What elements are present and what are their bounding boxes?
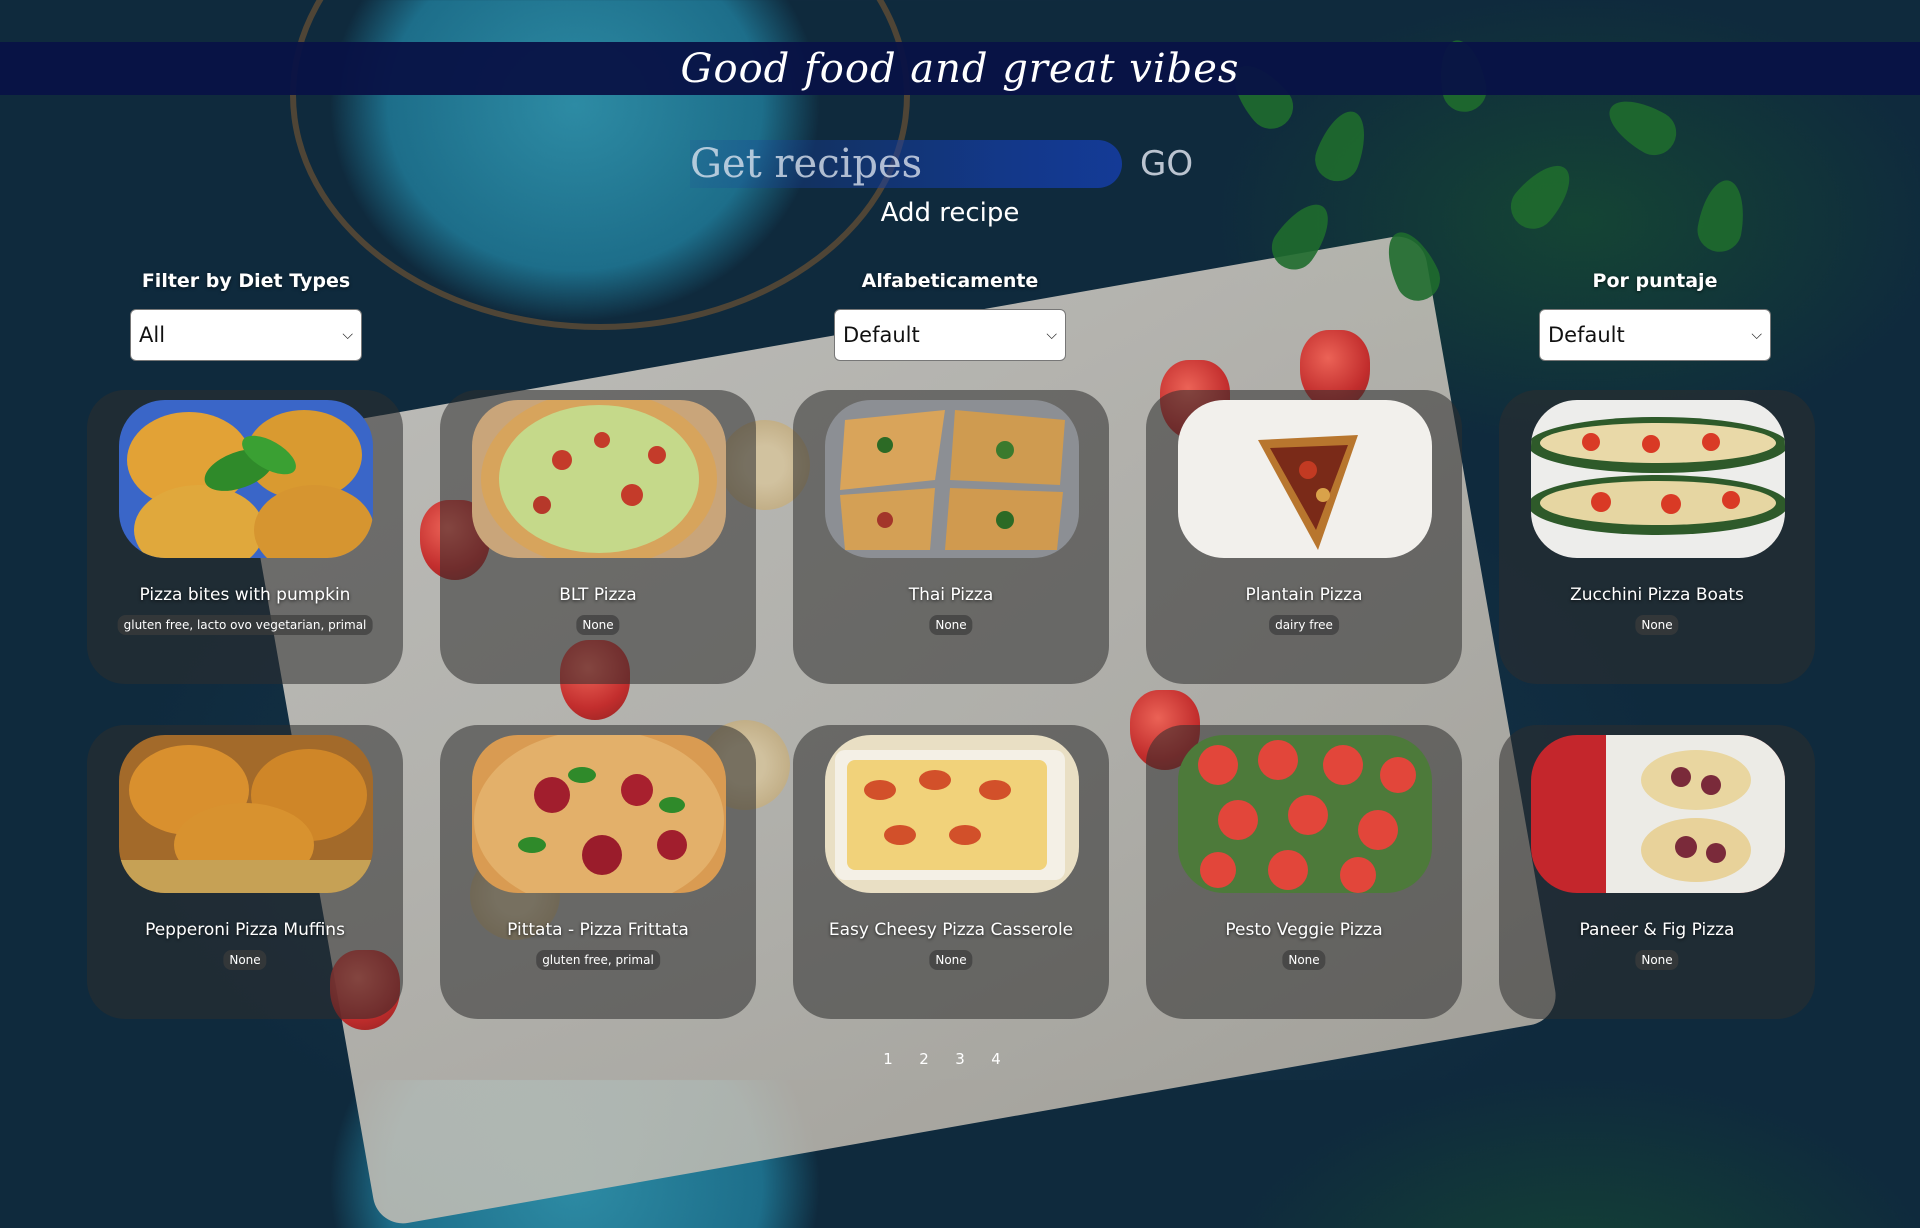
score-filter-value: Default <box>1548 323 1625 347</box>
recipe-diets: gluten free, primal <box>536 950 660 970</box>
site-title: Good food and great vibes <box>680 45 1240 92</box>
page-2-button[interactable]: 2 <box>916 1050 932 1068</box>
recipe-name: Paneer & Fig Pizza <box>1579 920 1735 940</box>
recipe-card[interactable]: Plantain Pizza dairy free <box>1146 390 1462 684</box>
recipe-name: Easy Cheesy Pizza Casserole <box>828 920 1074 940</box>
recipe-card[interactable]: BLT Pizza None <box>440 390 756 684</box>
chevron-down-icon: ⌵ <box>1046 327 1057 343</box>
score-filter-label: Por puntaje <box>1592 270 1718 292</box>
alphabetical-filter-select[interactable]: Default ⌵ <box>834 309 1066 361</box>
diet-filter: Filter by Diet Types All ⌵ <box>130 270 362 361</box>
recipe-card[interactable]: Pepperoni Pizza Muffins None <box>87 725 403 1019</box>
chevron-down-icon: ⌵ <box>342 327 353 343</box>
diet-filter-label: Filter by Diet Types <box>141 270 351 292</box>
score-filter-select[interactable]: Default ⌵ <box>1539 309 1771 361</box>
cheesy-casserole-image <box>825 735 1079 893</box>
recipe-diets: None <box>929 950 973 970</box>
recipe-diets: None <box>929 615 973 635</box>
pittata-image <box>472 735 726 893</box>
page-4-button[interactable]: 4 <box>988 1050 1004 1068</box>
recipe-card[interactable]: Thai Pizza None <box>793 390 1109 684</box>
recipe-name: Pizza bites with pumpkin <box>139 585 351 605</box>
recipe-diets: None <box>1635 950 1679 970</box>
diet-filter-select[interactable]: All ⌵ <box>130 309 362 361</box>
pagination: 1 2 3 4 <box>880 1050 1004 1068</box>
recipe-card[interactable]: Zucchini Pizza Boats None <box>1499 390 1815 684</box>
score-filter: Por puntaje Default ⌵ <box>1539 270 1771 361</box>
recipe-name: Pesto Veggie Pizza <box>1225 920 1383 940</box>
background-leaf <box>1309 104 1375 188</box>
add-recipe-link[interactable]: Add recipe <box>0 198 1900 228</box>
recipe-card[interactable]: Paneer & Fig Pizza None <box>1499 725 1815 1019</box>
recipe-name: Thai Pizza <box>908 585 994 605</box>
chevron-down-icon: ⌵ <box>1751 327 1762 343</box>
diet-filter-value: All <box>139 323 166 347</box>
recipe-name: BLT Pizza <box>559 585 637 605</box>
recipe-card[interactable]: Pittata - Pizza Frittata gluten free, pr… <box>440 725 756 1019</box>
recipe-diets: None <box>1282 950 1326 970</box>
paneer-fig-image <box>1531 735 1785 893</box>
recipe-name: Plantain Pizza <box>1245 585 1363 605</box>
page-3-button[interactable]: 3 <box>952 1050 968 1068</box>
recipe-name: Pittata - Pizza Frittata <box>507 920 689 940</box>
recipe-name: Pepperoni Pizza Muffins <box>145 920 345 940</box>
recipe-card[interactable]: Pesto Veggie Pizza None <box>1146 725 1462 1019</box>
go-button[interactable]: GO <box>1140 140 1193 188</box>
background-leaf <box>1599 88 1685 164</box>
recipe-diets: None <box>1635 615 1679 635</box>
zucchini-boats-image <box>1531 400 1785 558</box>
recipe-name: Zucchini Pizza Boats <box>1570 585 1744 605</box>
alphabetical-filter: Alfabeticamente Default ⌵ <box>834 270 1066 361</box>
recipe-diets: dairy free <box>1269 615 1339 635</box>
plantain-pizza-image <box>1178 400 1432 558</box>
recipe-card[interactable]: Easy Cheesy Pizza Casserole None <box>793 725 1109 1019</box>
alphabetical-filter-label: Alfabeticamente <box>861 270 1039 292</box>
site-header: Good food and great vibes <box>0 42 1920 95</box>
alphabetical-filter-value: Default <box>843 323 920 347</box>
pesto-veggie-image <box>1178 735 1432 893</box>
pizza-bites-image <box>119 400 373 558</box>
search-input[interactable] <box>690 140 1122 188</box>
blt-pizza-image <box>472 400 726 558</box>
recipe-diets: gluten free, lacto ovo vegetarian, prima… <box>117 615 373 635</box>
recipe-card[interactable]: Pizza bites with pumpkin gluten free, la… <box>87 390 403 684</box>
recipe-diets: None <box>576 615 620 635</box>
thai-pizza-image <box>825 400 1079 558</box>
page-1-button[interactable]: 1 <box>880 1050 896 1068</box>
recipe-diets: None <box>223 950 267 970</box>
pepperoni-muffins-image <box>119 735 373 893</box>
